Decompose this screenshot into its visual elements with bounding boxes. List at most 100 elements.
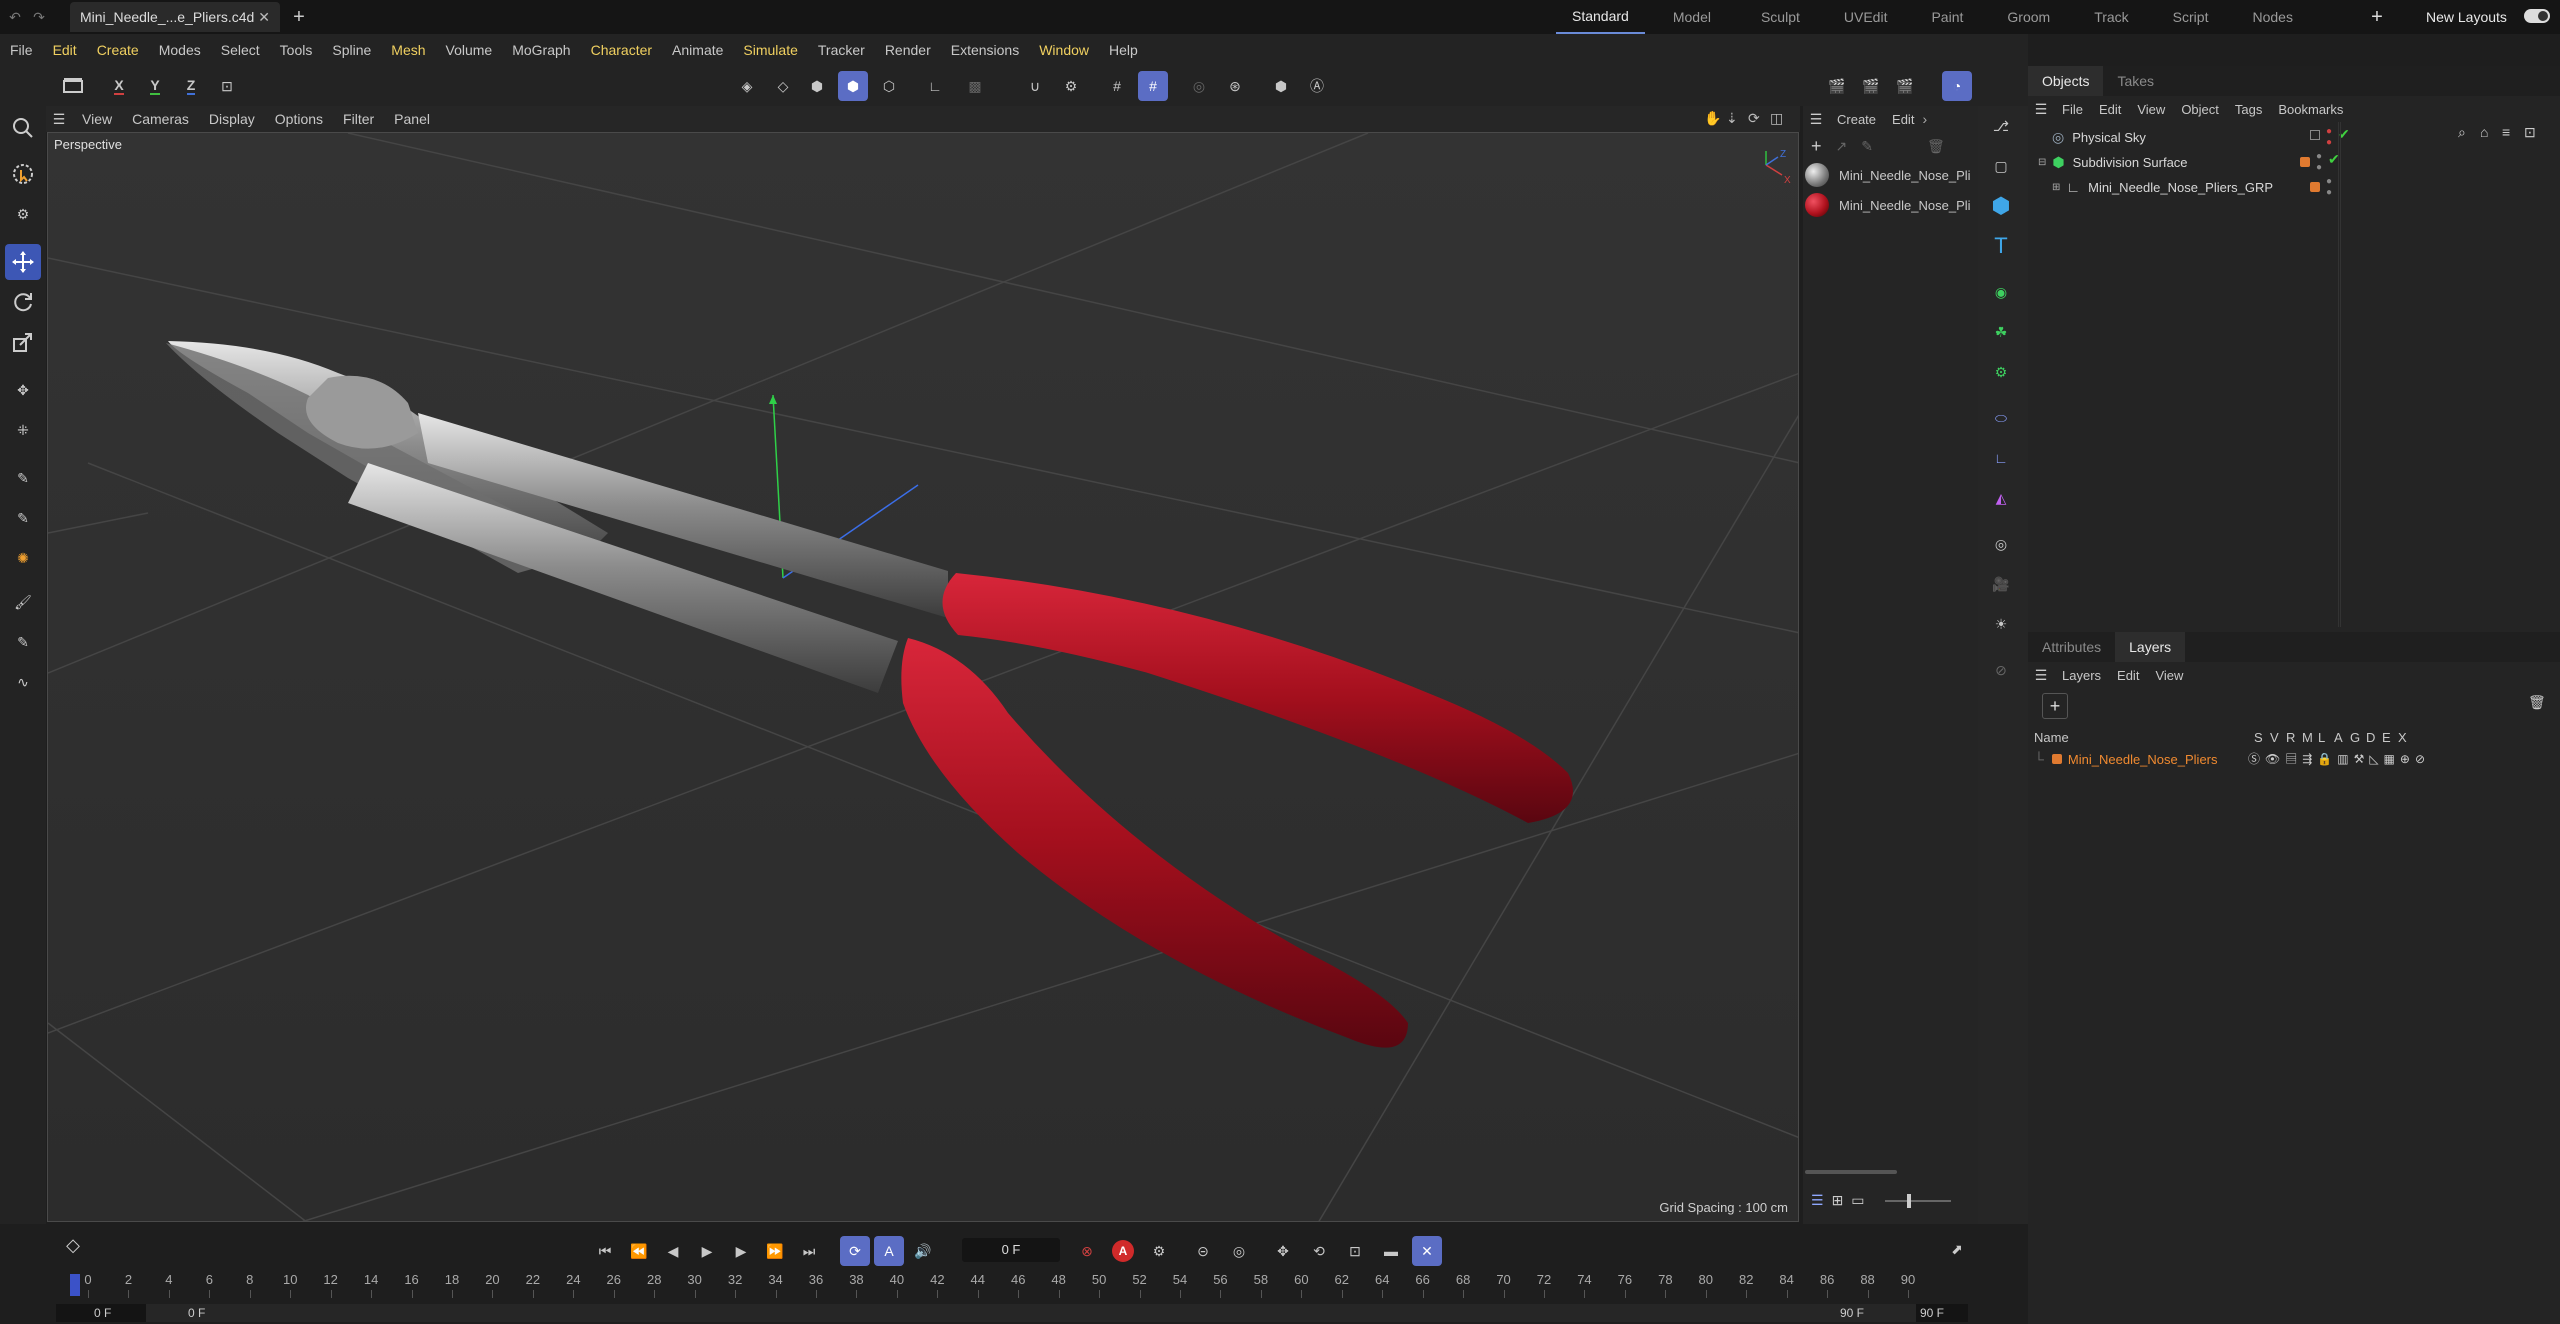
tab-layers[interactable]: Layers (2115, 632, 2186, 662)
cursor-tool-icon[interactable]: ⎇ (1983, 108, 2019, 144)
quantize-grid-icon[interactable]: # (1138, 71, 1168, 101)
material-link-icon[interactable]: ↗ (1836, 138, 1848, 155)
layout-tab-standard[interactable]: Standard (1556, 0, 1645, 34)
new-layouts-label[interactable]: New Layouts (2426, 9, 2507, 25)
expand-icon[interactable]: ⊞ (2052, 182, 2060, 193)
material-menu-create[interactable]: Create (1829, 112, 1884, 127)
viewport-menu-cameras[interactable]: Cameras (122, 111, 199, 127)
spline-pen-icon[interactable]: ✎ (5, 460, 41, 496)
viewport-menu-options[interactable]: Options (265, 111, 333, 127)
viewport-menu-panel[interactable]: Panel (384, 111, 440, 127)
viewport-menu-display[interactable]: Display (199, 111, 265, 127)
paint-brush-icon[interactable]: 🖌 (5, 584, 41, 620)
uv-mode-icon[interactable]: ▩ (960, 71, 990, 101)
record-disabled-icon[interactable]: ⊗ (1072, 1236, 1102, 1266)
thumbnail-size-slider[interactable] (1884, 1193, 1951, 1208)
render-settings-icon[interactable]: ⊛ (1220, 71, 1250, 101)
range-end-field[interactable]: 90 F (1920, 1306, 1944, 1320)
go-to-end-icon[interactable]: ⏭ (794, 1236, 824, 1266)
menu-extensions[interactable]: Extensions (941, 34, 1029, 66)
key-position-icon[interactable]: ⊝ (1188, 1236, 1218, 1266)
range-slider[interactable] (146, 1304, 1916, 1322)
objects-menu-file[interactable]: File (2054, 102, 2091, 117)
orbit-view-icon[interactable]: ⟳ (1748, 110, 1760, 127)
key-rotation-icon[interactable]: ◎ (1224, 1236, 1254, 1266)
key-pla-icon[interactable]: ⊡ (1340, 1236, 1370, 1266)
tab-attributes[interactable]: Attributes (2028, 632, 2115, 662)
object-row[interactable]: ◎ Physical Sky ● ● ✔ (2052, 126, 2552, 148)
layers-hamburger-icon[interactable]: ☰ (2028, 667, 2054, 684)
objects-menu-bookmarks[interactable]: Bookmarks (2270, 102, 2351, 117)
scale-tool-icon[interactable] (5, 324, 41, 360)
layout-tab-nodes[interactable]: Nodes (2230, 0, 2314, 34)
menu-render[interactable]: Render (875, 34, 941, 66)
points-mode-icon[interactable]: ◈ (732, 71, 762, 101)
keyframe-diamond-icon[interactable]: ◇ (60, 1232, 86, 1258)
menu-mograph[interactable]: MoGraph (502, 34, 580, 66)
objects-menu-edit[interactable]: Edit (2091, 102, 2129, 117)
layout-tab-script[interactable]: Script (2151, 0, 2231, 34)
environment-sky-icon[interactable]: ◎ (1983, 526, 2019, 562)
z-axis-lock[interactable]: Z (176, 71, 206, 101)
spline-primitive-icon[interactable]: ▢ (1983, 148, 2019, 184)
menu-file[interactable]: File (0, 34, 43, 66)
menu-modes[interactable]: Modes (149, 34, 211, 66)
render-view-icon[interactable]: 🎬 (1822, 71, 1852, 101)
menu-help[interactable]: Help (1099, 34, 1148, 66)
layout-tab-track[interactable]: Track (2072, 0, 2150, 34)
menu-volume[interactable]: Volume (436, 34, 503, 66)
viewport-perspective[interactable]: Perspective Z X Grid Spacing : 100 cm (47, 132, 1799, 1222)
render-picture-viewer-icon[interactable]: 🎬 (1856, 71, 1886, 101)
soft-selection-icon[interactable]: ◎ (1184, 71, 1214, 101)
list-view-icon[interactable]: ☰ (1811, 1192, 1824, 1209)
text-spline-icon[interactable]: T (1983, 228, 2019, 264)
object-row[interactable]: ⊟ ⬢ Subdivision Surface ● ● ✔ (2038, 151, 2548, 173)
range-start-field[interactable]: 0 F (94, 1306, 111, 1320)
key-scale-icon[interactable]: ✥ (1268, 1236, 1298, 1266)
sculpt-brush-icon[interactable]: ✺ (5, 540, 41, 576)
chevron-right-icon[interactable]: › (1922, 111, 1927, 127)
menu-tools[interactable]: Tools (270, 34, 323, 66)
key-interpolation-icon[interactable]: ✕ (1412, 1236, 1442, 1266)
current-frame-field[interactable]: 0 F (962, 1238, 1060, 1262)
timeline-ruler[interactable]: 0 2 4 6 8 10 12 14 16 18 20 22 24 26 28 30 32 34 36 38 40 42 4… (70, 1268, 1926, 1298)
transform-tool-icon[interactable]: ✥ (5, 372, 41, 408)
deformer-icon[interactable]: ⚙ (1983, 354, 2019, 390)
menu-select[interactable]: Select (211, 34, 270, 66)
layer-flag-icons[interactable]: Ⓢ👁▤⇶🔒▥⚒◺▦⊕⊘ (2248, 750, 2430, 767)
dolly-view-icon[interactable]: ⇣ (1726, 110, 1738, 127)
tab-takes[interactable]: Takes (2103, 66, 2168, 96)
loop-icon[interactable]: ⟳ (840, 1236, 870, 1266)
asset-browser-icon[interactable]: Ⓐ (1302, 71, 1332, 101)
objects-menu-tags[interactable]: Tags (2227, 102, 2270, 117)
live-selection-icon[interactable] (5, 156, 41, 192)
model-mode-icon[interactable]: ⬢ (838, 71, 868, 101)
menu-mesh[interactable]: Mesh (381, 34, 435, 66)
new-tab-plus-icon[interactable]: + (288, 6, 310, 28)
fcurve-editor-icon[interactable]: ⬈ (1944, 1236, 1970, 1262)
field-icon[interactable]: ⬭ (1983, 400, 2019, 436)
generator-icon[interactable]: ◉ (1983, 274, 2019, 310)
menu-spline[interactable]: Spline (322, 34, 381, 66)
visibility-dots[interactable]: ● ● (2326, 176, 2332, 198)
material-edit-icon[interactable]: ✎ (1861, 138, 1873, 155)
rotate-tool-icon[interactable] (5, 284, 41, 320)
cube-primitive-icon[interactable]: ⬢ (1983, 188, 2019, 224)
layout-tab-paint[interactable]: Paint (1909, 0, 1985, 34)
camera-object-icon[interactable]: 🎥 (1983, 566, 2019, 602)
add-layer-button[interactable]: + (2042, 693, 2068, 719)
axis-mode-icon[interactable]: ∟ (920, 71, 950, 101)
menu-character[interactable]: Character (581, 34, 662, 66)
menu-simulate[interactable]: Simulate (733, 34, 807, 66)
timeline-toggle-icon[interactable]: ▬ (1376, 1236, 1406, 1266)
edges-mode-icon[interactable]: ◇ (768, 71, 798, 101)
viewport-menu-filter[interactable]: Filter (333, 111, 384, 127)
file-tab[interactable]: Mini_Needle_...e_Pliers.c4d ✕ (70, 2, 280, 32)
layer-color-swatch[interactable] (2051, 754, 2062, 764)
visibility-checkbox[interactable] (2310, 130, 2320, 140)
null-object-icon[interactable]: ∟ (1983, 440, 2019, 476)
disabled-tool-icon[interactable]: ⊘ (1983, 652, 2019, 688)
maximize-view-icon[interactable]: ◫ (1770, 110, 1783, 127)
layer-row[interactable]: └ Mini_Needle_Nose_Pliers Ⓢ👁▤⇶🔒▥⚒◺▦⊕⊘ (2034, 748, 2554, 770)
tab-objects[interactable]: Objects (2028, 66, 2104, 96)
